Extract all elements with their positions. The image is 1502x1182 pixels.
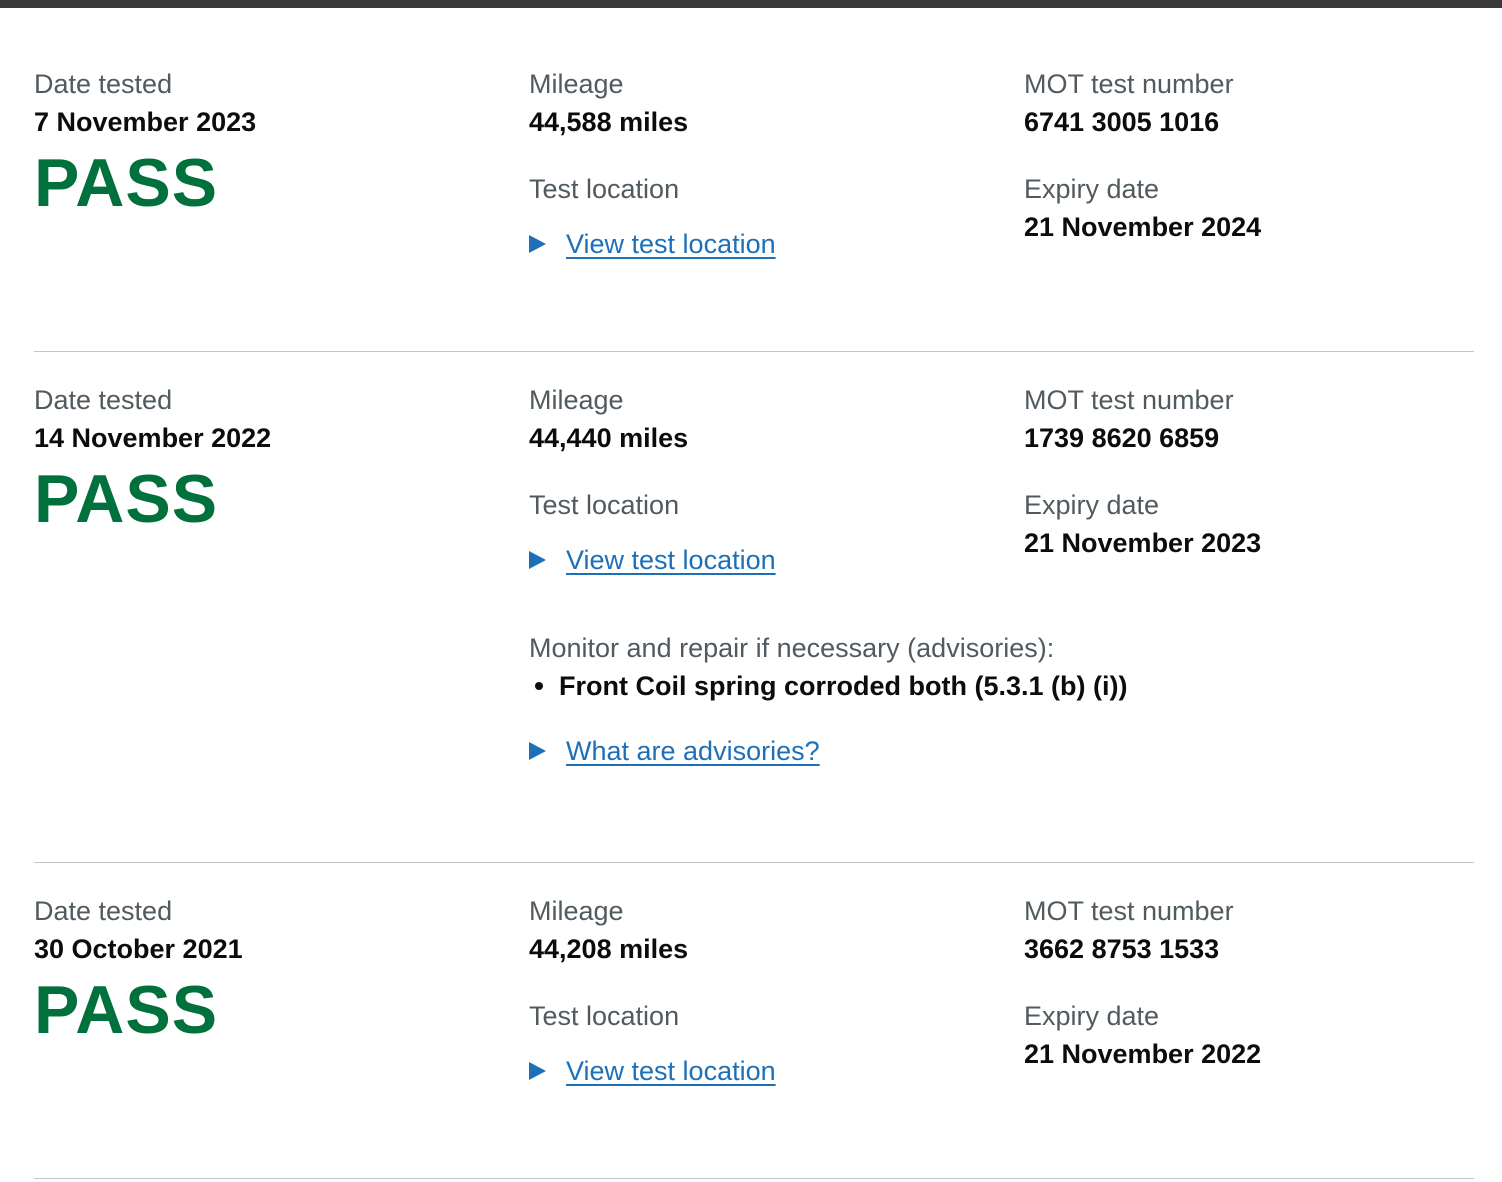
top-bar (0, 0, 1502, 8)
test-result: PASS (34, 145, 219, 221)
mileage-value: 44,588 miles (529, 107, 689, 137)
test-number-expiry-column: MOT test number 3662 8753 1533 Expiry da… (1024, 895, 1474, 1070)
mileage-location-column: Mileage 44,588 miles Test location View … (529, 68, 1009, 260)
mileage-label: Mileage (529, 69, 624, 99)
record-divider (34, 862, 1474, 863)
date-tested-label: Date tested (34, 896, 173, 926)
advisories-heading: Monitor and repair if necessary (advisor… (529, 633, 1055, 663)
view-test-location-toggle[interactable]: View test location (529, 228, 1009, 260)
disclosure-triangle-icon (529, 551, 546, 569)
expiry-date-value: 21 November 2022 (1024, 1039, 1262, 1069)
mot-test-number-label: MOT test number (1024, 385, 1234, 415)
advisory-text: Front Coil spring corroded both (5.3.1 (… (559, 671, 1128, 701)
expiry-date-label: Expiry date (1024, 490, 1160, 520)
test-result: PASS (34, 972, 219, 1048)
date-tested-value: 7 November 2023 (34, 107, 257, 137)
date-result-column: Date tested 7 November 2023 PASS (34, 68, 514, 219)
mot-record: Date tested 14 November 2022 PASS Mileag… (34, 384, 1474, 804)
date-tested-label: Date tested (34, 69, 173, 99)
mot-test-number-value: 6741 3005 1016 (1024, 107, 1220, 137)
view-test-location-link[interactable]: View test location (566, 1055, 776, 1087)
record-divider (34, 351, 1474, 352)
what-are-advisories-link[interactable]: What are advisories? (566, 735, 820, 767)
date-tested-value: 14 November 2022 (34, 423, 272, 453)
test-number-expiry-column: MOT test number 6741 3005 1016 Expiry da… (1024, 68, 1474, 243)
advisories-list: Front Coil spring corroded both (5.3.1 (… (529, 670, 1429, 702)
expiry-date-value: 21 November 2023 (1024, 528, 1262, 558)
view-test-location-link[interactable]: View test location (566, 228, 776, 260)
mot-test-number-label: MOT test number (1024, 896, 1234, 926)
expiry-date-label: Expiry date (1024, 174, 1160, 204)
date-result-column: Date tested 30 October 2021 PASS (34, 895, 514, 1046)
view-test-location-link[interactable]: View test location (566, 544, 776, 576)
mileage-location-column: Mileage 44,208 miles Test location View … (529, 895, 1009, 1087)
test-location-label: Test location (529, 1001, 680, 1031)
mot-record: Date tested 30 October 2021 PASS Mileage… (34, 895, 1474, 1125)
date-tested-label: Date tested (34, 385, 173, 415)
mileage-label: Mileage (529, 896, 624, 926)
disclosure-triangle-icon (529, 1062, 546, 1080)
date-tested-value: 30 October 2021 (34, 934, 243, 964)
test-location-label: Test location (529, 174, 680, 204)
date-result-column: Date tested 14 November 2022 PASS (34, 384, 514, 535)
what-are-advisories-toggle[interactable]: What are advisories? (529, 735, 1429, 767)
disclosure-triangle-icon (529, 235, 546, 253)
disclosure-triangle-icon (529, 742, 546, 760)
expiry-date-value: 21 November 2024 (1024, 212, 1262, 242)
mot-record: Date tested 7 November 2023 PASS Mileage… (34, 68, 1474, 298)
expiry-date-label: Expiry date (1024, 1001, 1160, 1031)
test-number-expiry-column: MOT test number 1739 8620 6859 Expiry da… (1024, 384, 1474, 559)
bullet-icon (535, 682, 543, 690)
view-test-location-toggle[interactable]: View test location (529, 1055, 1009, 1087)
mot-test-number-value: 3662 8753 1533 (1024, 934, 1220, 964)
record-divider (34, 1178, 1474, 1179)
advisories-section: Monitor and repair if necessary (advisor… (529, 632, 1429, 767)
mot-test-number-value: 1739 8620 6859 (1024, 423, 1220, 453)
mileage-value: 44,208 miles (529, 934, 689, 964)
mot-test-number-label: MOT test number (1024, 69, 1234, 99)
advisory-item: Front Coil spring corroded both (5.3.1 (… (529, 670, 1429, 702)
test-result: PASS (34, 461, 219, 537)
